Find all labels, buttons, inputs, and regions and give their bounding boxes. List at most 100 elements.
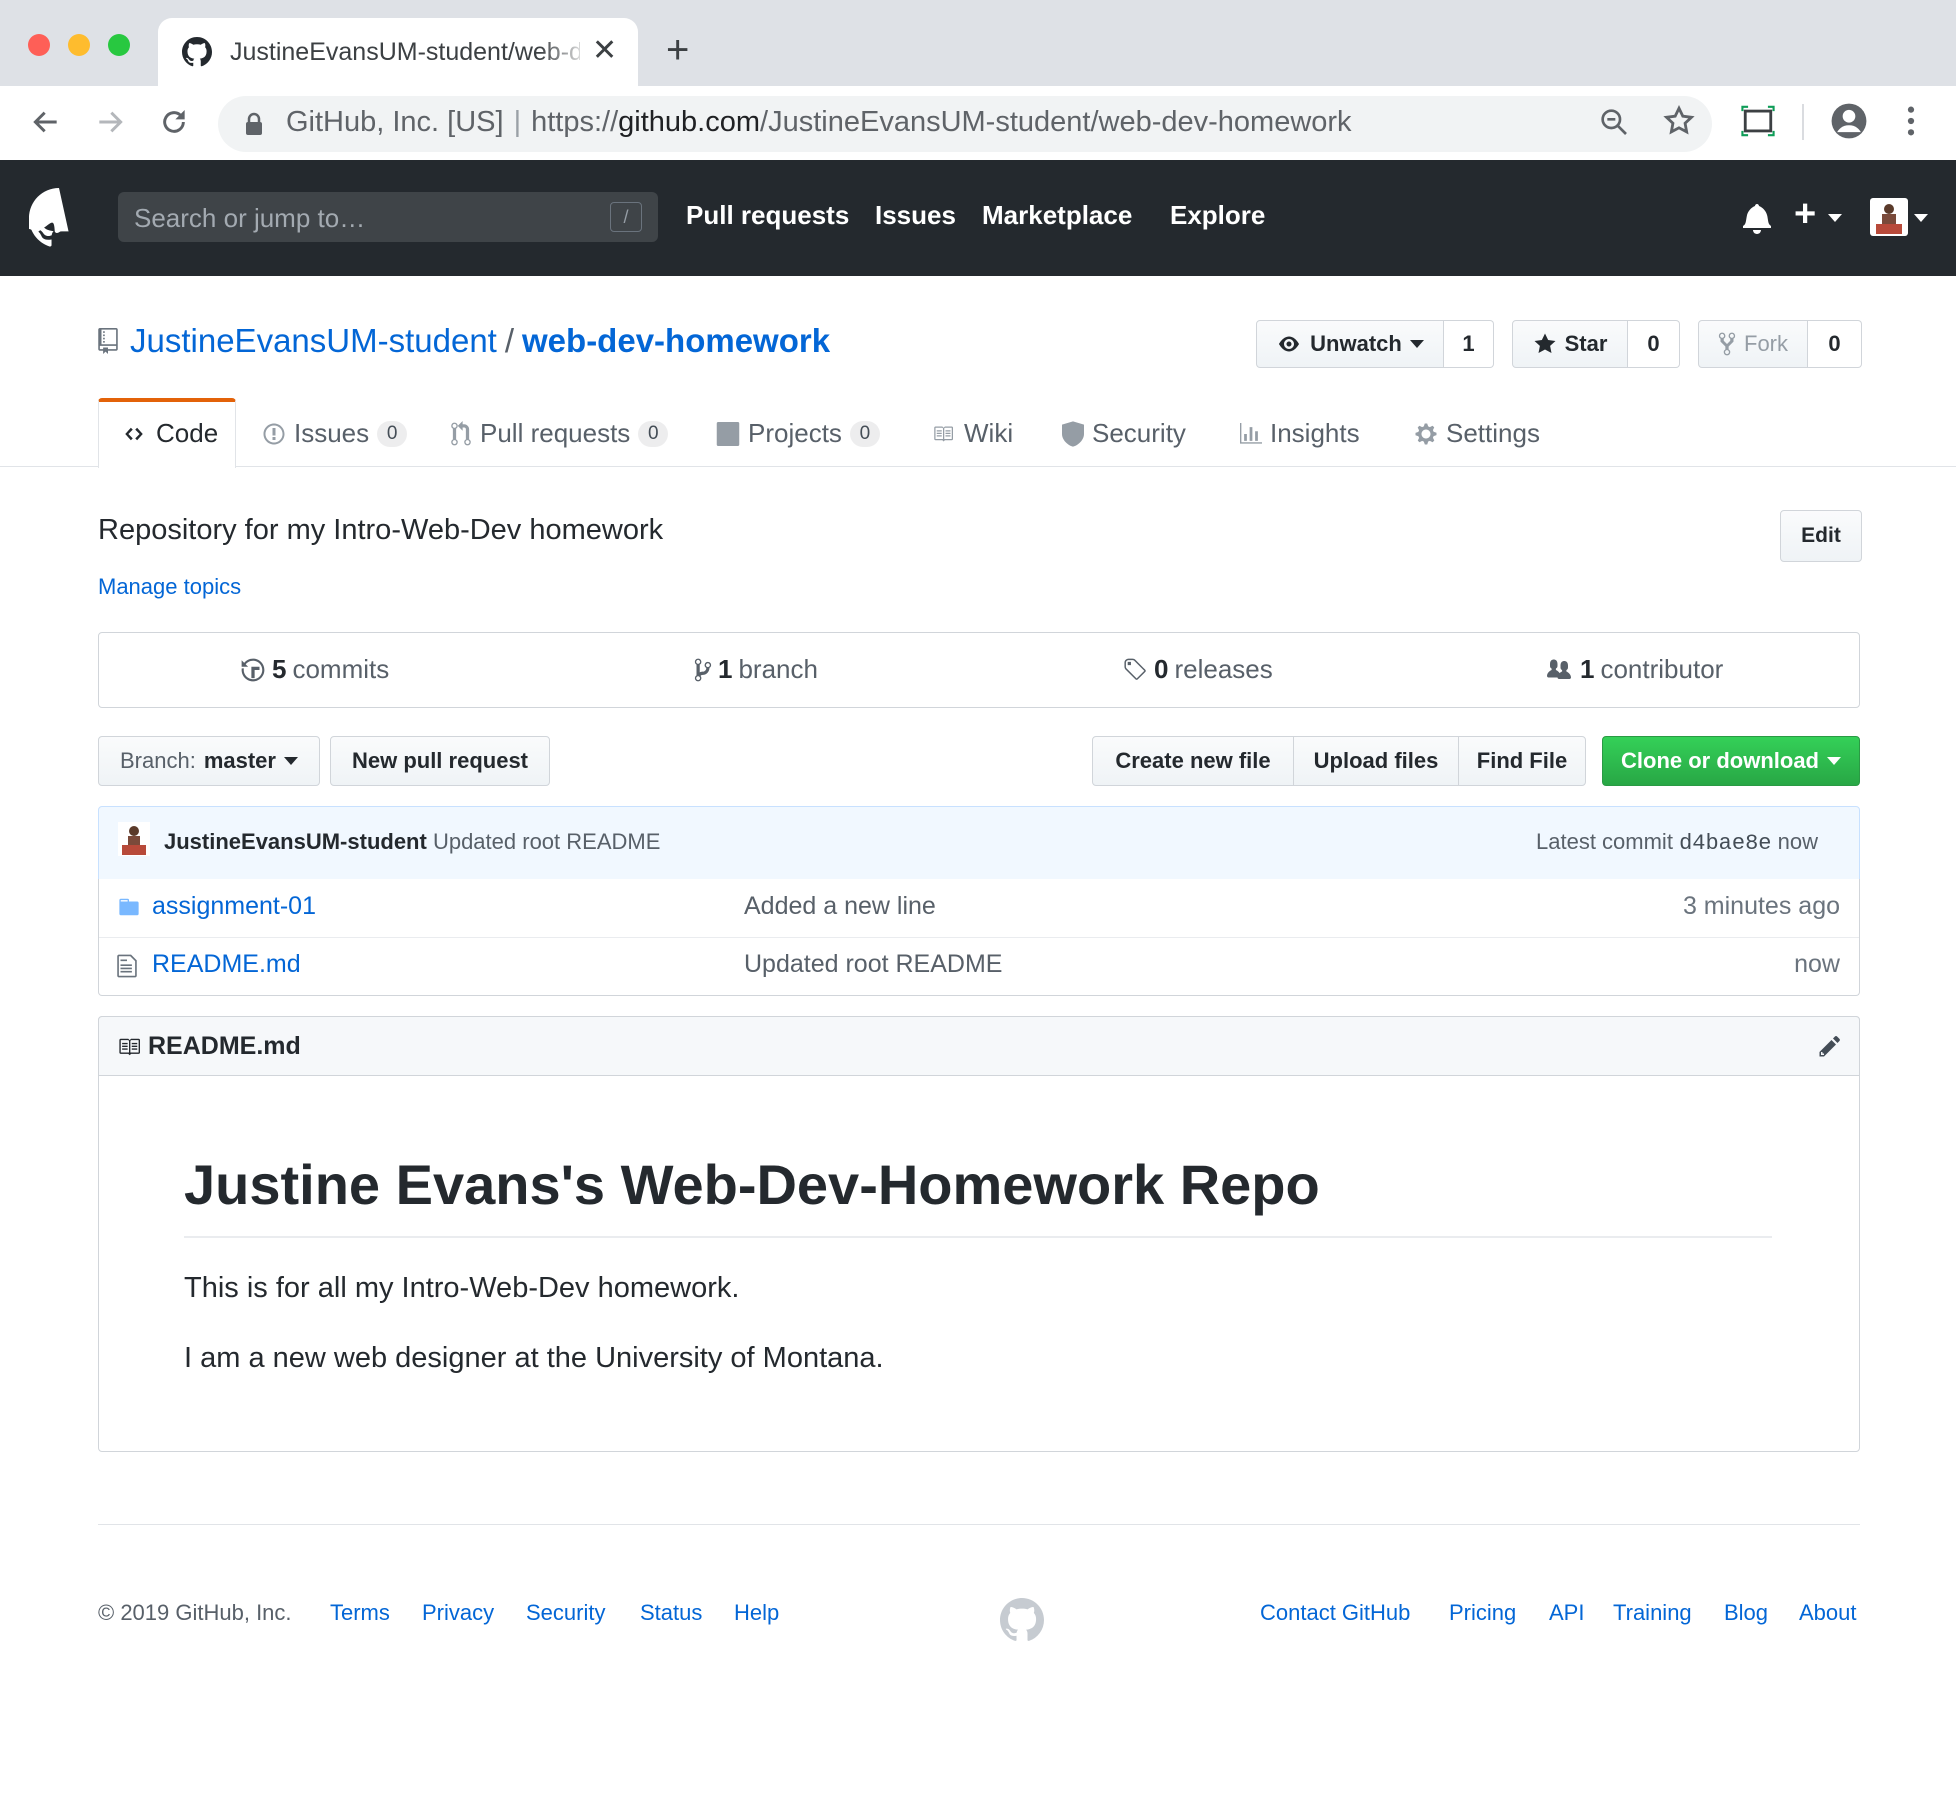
- new-pull-request-label: New pull request: [351, 748, 529, 773]
- footer-link-pricing[interactable]: Pricing: [1449, 1600, 1516, 1626]
- fork-icon: [1718, 332, 1736, 356]
- tab-code-label[interactable]: Code: [120, 418, 218, 449]
- fork-label: Fork: [1744, 331, 1788, 356]
- branch-select-button[interactable]: Branch: master: [98, 736, 320, 786]
- file-name-link[interactable]: assignment-01: [152, 892, 316, 921]
- footer-link-help[interactable]: Help: [734, 1600, 779, 1626]
- releases-link[interactable]: 0 releases: [1122, 654, 1273, 685]
- upload-files-button[interactable]: Upload files: [1293, 736, 1459, 786]
- forward-arrow-icon[interactable]: [94, 106, 126, 138]
- branches-link[interactable]: 1 branch: [694, 654, 818, 685]
- footer-link-api[interactable]: API: [1549, 1600, 1584, 1626]
- footer-link-privacy[interactable]: Privacy: [422, 1600, 494, 1626]
- avatar-dropdown-caret-icon[interactable]: [1914, 214, 1928, 222]
- tab-security[interactable]: Security: [1062, 418, 1186, 449]
- readme-panel: [98, 1016, 1860, 1452]
- cast-screen-icon[interactable]: [1740, 104, 1776, 138]
- github-footer-logo-icon[interactable]: [1000, 1598, 1044, 1642]
- close-tab-icon[interactable]: ✕: [592, 36, 617, 66]
- lock-icon[interactable]: [244, 112, 264, 136]
- create-new-file-button[interactable]: Create new file: [1092, 736, 1294, 786]
- repo-description: Repository for my Intro-Web-Dev homework: [98, 514, 664, 546]
- search-box[interactable]: /: [118, 192, 658, 244]
- people-icon: [1547, 659, 1571, 679]
- stargazers-count[interactable]: 0: [1628, 320, 1680, 368]
- new-tab-button[interactable]: +: [666, 30, 689, 70]
- nav-explore[interactable]: Explore: [1170, 200, 1265, 231]
- readme-paragraph: This is for all my Intro-Web-Dev homewor…: [184, 1272, 740, 1304]
- back-arrow-icon[interactable]: [30, 106, 62, 138]
- repo-owner-link[interactable]: JustineEvansUM-student: [130, 322, 497, 359]
- nav-marketplace[interactable]: Marketplace: [982, 200, 1132, 231]
- edit-label: Edit: [1801, 524, 1841, 547]
- tab-issues-text: Issues: [294, 418, 370, 448]
- new-pull-request-button[interactable]: New pull request: [330, 736, 550, 786]
- repo-name-link[interactable]: web-dev-homework: [522, 322, 830, 359]
- commit-message-link[interactable]: Updated root README: [433, 829, 660, 854]
- find-file-button[interactable]: Find File: [1458, 736, 1586, 786]
- zoom-icon[interactable]: [1598, 106, 1630, 138]
- browser-tab-title: JustineEvansUM-student/web-dev-homework: [230, 38, 580, 66]
- readme-heading: Justine Evans's Web-Dev-Homework Repo: [184, 1153, 1320, 1216]
- create-new-plus-icon[interactable]: +: [1794, 194, 1816, 234]
- url-scheme: https://: [531, 106, 619, 138]
- footer-link-blog[interactable]: Blog: [1724, 1600, 1768, 1626]
- footer-link-training[interactable]: Training: [1613, 1600, 1692, 1626]
- footer-link-about[interactable]: About: [1799, 1600, 1857, 1626]
- window-zoom-button[interactable]: [108, 34, 130, 56]
- contributors-link[interactable]: 1 contributor: [1544, 654, 1723, 685]
- edit-description-button[interactable]: Edit: [1780, 510, 1862, 562]
- window-close-button[interactable]: [28, 34, 50, 56]
- tab-wiki-text: Wiki: [964, 418, 1014, 448]
- search-input[interactable]: [132, 192, 596, 244]
- window-minimize-button[interactable]: [68, 34, 90, 56]
- create-dropdown-caret-icon[interactable]: [1828, 214, 1842, 222]
- star-label: Star: [1564, 331, 1608, 356]
- contributors-count: 1: [1580, 654, 1595, 684]
- clone-or-download-button[interactable]: Clone or download: [1602, 736, 1860, 786]
- contributors-label: contributor: [1600, 654, 1724, 684]
- notifications-bell-icon[interactable]: [1742, 202, 1772, 234]
- browser-menu-icon[interactable]: [1904, 104, 1918, 138]
- commit-author-link[interactable]: JustineEvansUM-student: [164, 829, 427, 854]
- projects-counter: 0: [849, 420, 880, 447]
- tab-code-text: Code: [156, 418, 219, 448]
- repo-title-separator: /: [504, 322, 515, 359]
- file-age: now: [1794, 950, 1840, 978]
- forks-count[interactable]: 0: [1808, 320, 1862, 368]
- tab-pull-requests[interactable]: Pull requests 0: [450, 418, 669, 449]
- tab-projects[interactable]: Projects 0: [716, 418, 880, 449]
- unwatch-button[interactable]: Unwatch: [1256, 320, 1444, 368]
- commits-link[interactable]: 5 commits: [240, 654, 389, 685]
- watchers-count[interactable]: 1: [1444, 320, 1494, 368]
- nav-pull-requests[interactable]: Pull requests: [686, 200, 849, 231]
- footer-link-contact[interactable]: Contact GitHub: [1260, 1600, 1410, 1626]
- readme-filename: README.md: [148, 1032, 301, 1060]
- file-commit-message[interactable]: Added a new line: [744, 892, 936, 921]
- tab-wiki[interactable]: Wiki: [930, 418, 1013, 449]
- find-file-label: Find File: [1476, 748, 1568, 773]
- tab-issues[interactable]: Issues 0: [262, 418, 408, 449]
- file-name-link[interactable]: README.md: [152, 950, 301, 979]
- bookmark-star-icon[interactable]: [1662, 104, 1696, 138]
- commit-author-avatar[interactable]: [118, 822, 150, 856]
- manage-topics-link[interactable]: Manage topics: [98, 574, 241, 600]
- github-logo-icon[interactable]: [29, 188, 89, 248]
- tab-settings[interactable]: Settings: [1414, 418, 1540, 449]
- profile-icon[interactable]: [1830, 102, 1868, 140]
- file-commit-message[interactable]: Updated root README: [744, 950, 1002, 979]
- footer-link-status[interactable]: Status: [640, 1600, 702, 1626]
- reload-icon[interactable]: [158, 106, 190, 138]
- commit-sha-link[interactable]: d4bae8e: [1679, 831, 1771, 856]
- pencil-edit-icon[interactable]: [1818, 1034, 1842, 1058]
- url-text[interactable]: GitHub, Inc. [US] | https://github.com/Jus…: [286, 106, 1352, 139]
- footer-link-security[interactable]: Security: [526, 1600, 605, 1626]
- fork-button[interactable]: Fork: [1698, 320, 1808, 368]
- star-button[interactable]: Star: [1512, 320, 1628, 368]
- commit-summary: JustineEvansUM-student Updated root READ…: [164, 829, 660, 855]
- tab-insights[interactable]: Insights: [1240, 418, 1360, 449]
- footer-link-terms[interactable]: Terms: [330, 1600, 390, 1626]
- nav-issues[interactable]: Issues: [875, 200, 956, 231]
- tab-security-text: Security: [1092, 418, 1186, 448]
- avatar[interactable]: [1870, 198, 1908, 236]
